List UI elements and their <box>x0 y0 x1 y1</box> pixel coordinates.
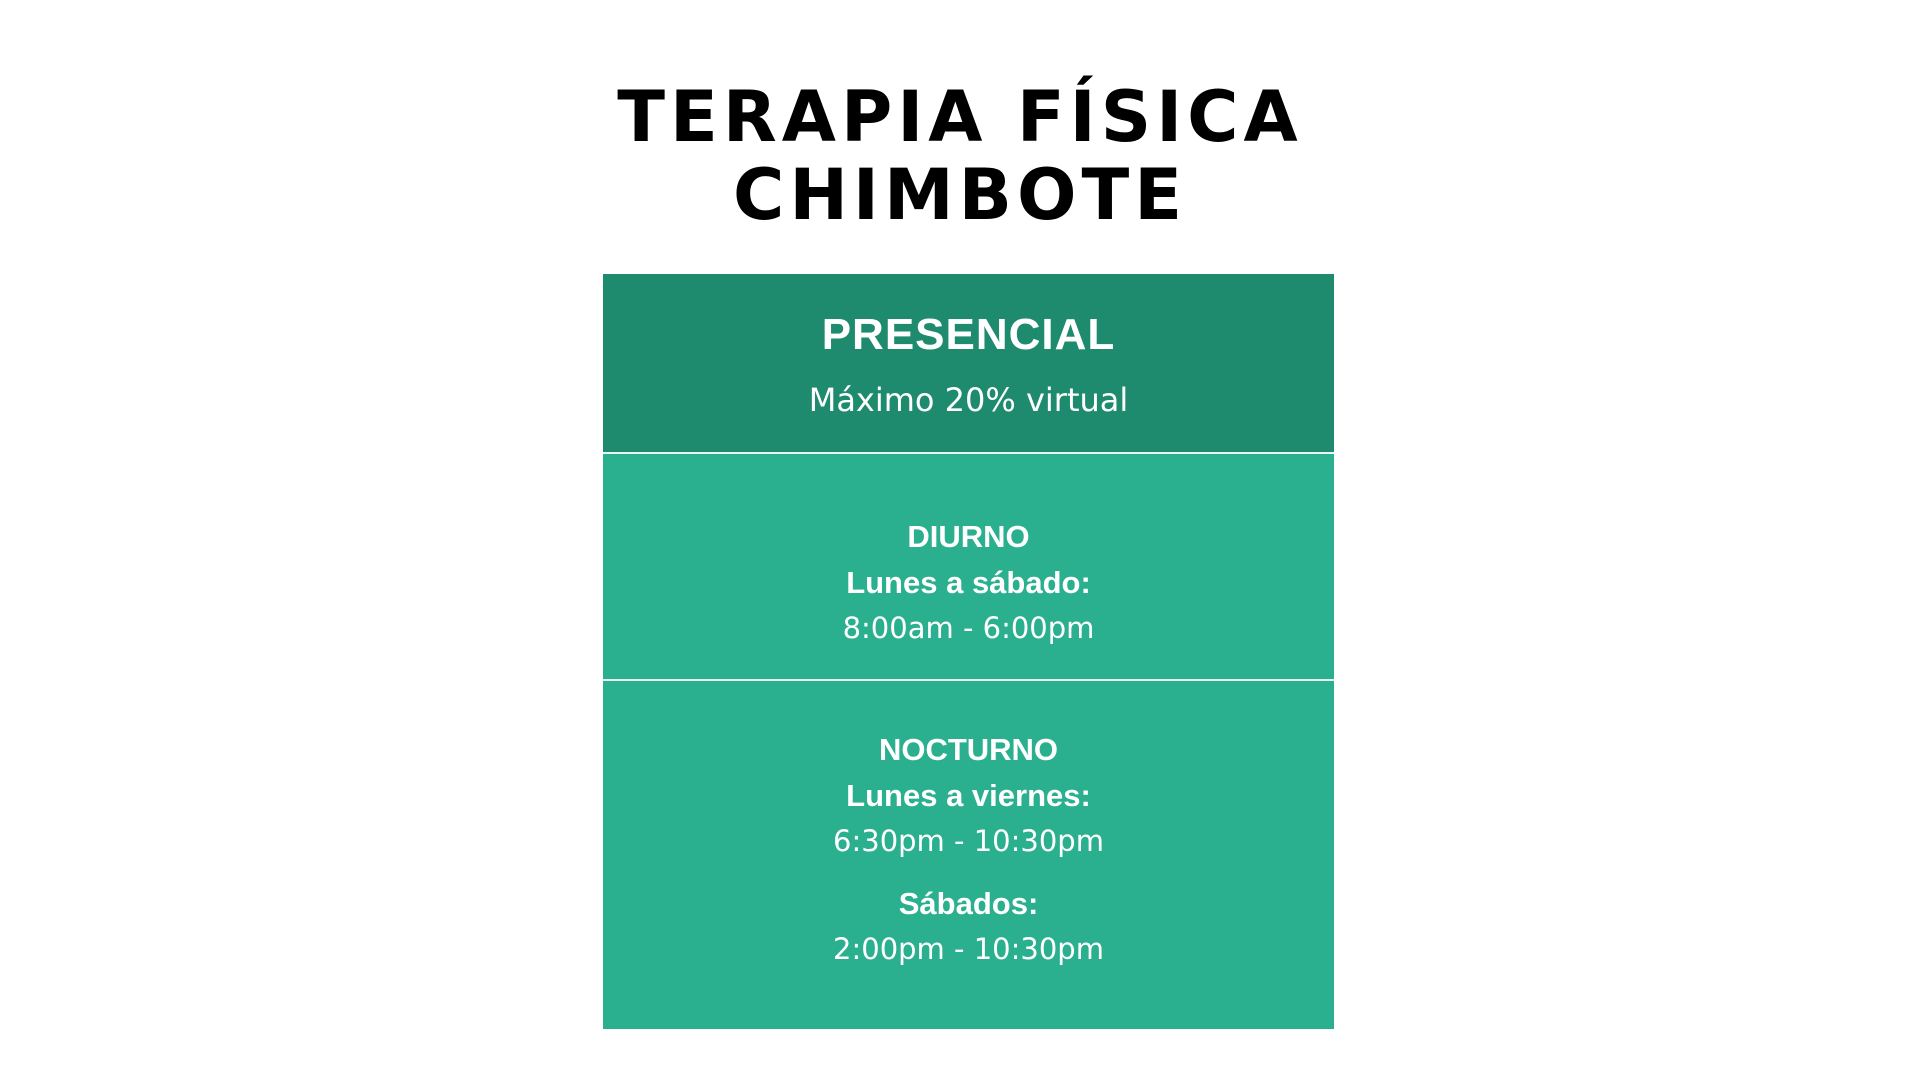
page-title-line-2: CHIMBOTE <box>732 154 1188 236</box>
diurno-label: DIURNO <box>907 519 1030 554</box>
nocturno-weekdays-time: 6:30pm - 10:30pm <box>833 824 1104 858</box>
nocturno-saturday: Sábados: <box>898 886 1039 921</box>
schedule-card: PRESENCIAL Máximo 20% virtual DIURNO Lun… <box>603 274 1334 1029</box>
page-title: TERAPIA FÍSICA CHIMBOTE <box>0 78 1920 234</box>
modality-subheading: Máximo 20% virtual <box>808 381 1129 419</box>
nocturno-label: NOCTURNO <box>878 732 1059 767</box>
diurno-section: DIURNO Lunes a sábado: 8:00am - 6:00pm <box>603 454 1334 679</box>
modality-heading: PRESENCIAL <box>821 310 1116 359</box>
diurno-days: Lunes a sábado: <box>846 565 1091 600</box>
nocturno-section: NOCTURNO Lunes a viernes: 6:30pm - 10:30… <box>603 681 1334 1029</box>
card-header: PRESENCIAL Máximo 20% virtual <box>603 274 1334 452</box>
nocturno-weekdays: Lunes a viernes: <box>846 778 1091 813</box>
diurno-time: 8:00am - 6:00pm <box>842 611 1095 645</box>
page-title-line-1: TERAPIA FÍSICA <box>617 76 1303 158</box>
nocturno-saturday-time: 2:00pm - 10:30pm <box>833 932 1104 966</box>
